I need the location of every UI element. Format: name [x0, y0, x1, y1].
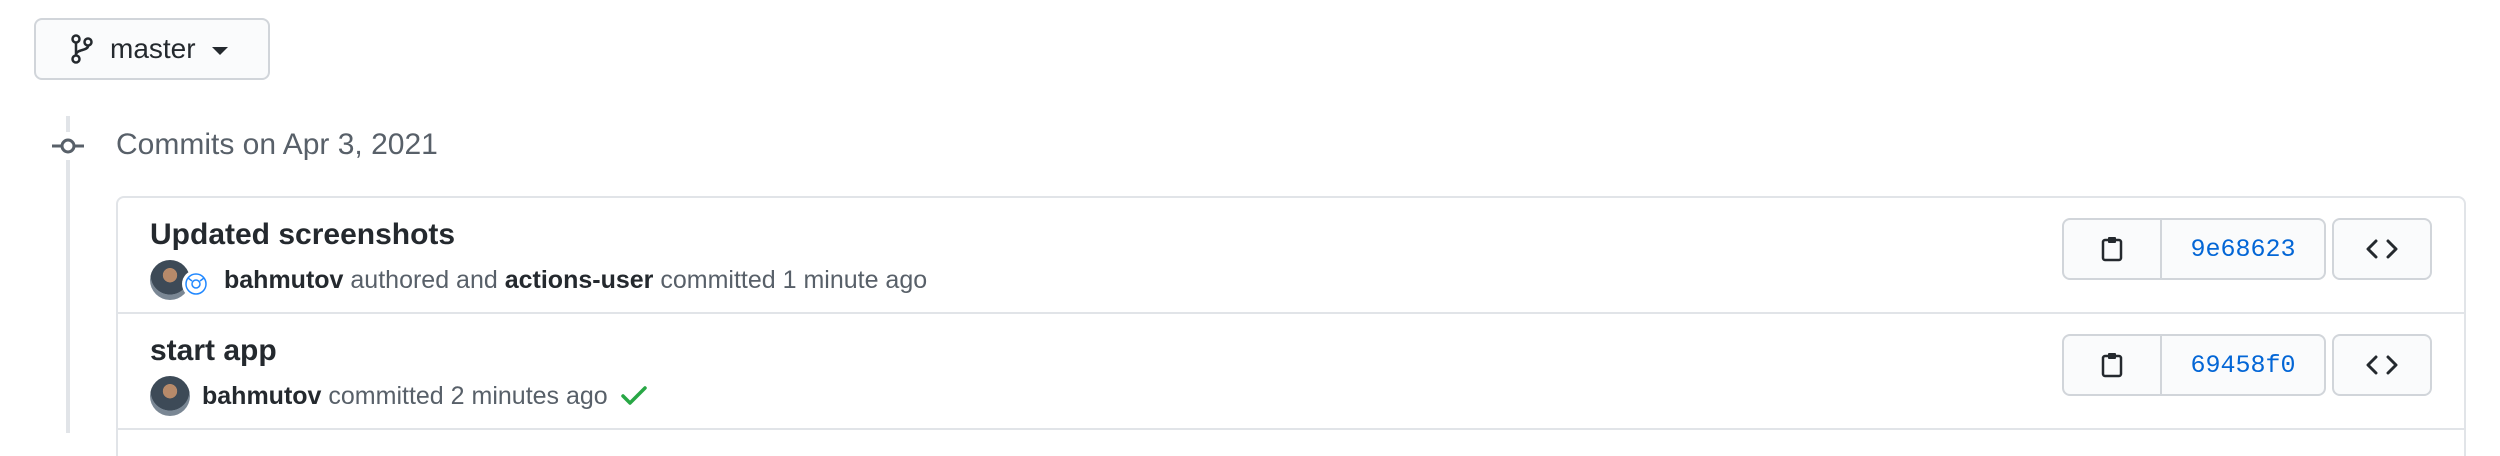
commit-sha-link[interactable]: 9e68623 — [2162, 220, 2324, 278]
commit-title-link[interactable]: start app — [150, 334, 277, 368]
browse-repo-button[interactable] — [2332, 334, 2432, 396]
commit-sha-link[interactable]: 69458f0 — [2162, 336, 2324, 394]
clippy-icon — [2101, 237, 2123, 262]
code-icon — [2366, 355, 2398, 375]
timeline-line — [66, 116, 70, 433]
branch-name: master — [110, 33, 196, 64]
commit-list: Updated screenshots bahmutov authored an… — [116, 196, 2466, 456]
chevron-down-icon — [211, 46, 228, 55]
commit-row: start app bahmutov committed 2 minutes a… — [118, 314, 2464, 430]
commit-meta: bahmutov committed 2 minutes ago — [150, 376, 648, 416]
sha-button-group: 69458f0 — [2062, 334, 2326, 396]
authored-text: authored and — [350, 265, 498, 294]
browse-repo-button[interactable] — [2332, 218, 2432, 280]
avatar-stack — [150, 260, 212, 300]
author-avatar[interactable] — [150, 376, 190, 416]
commit-time: committed 2 minutes ago — [328, 381, 608, 410]
commit-group-heading: Commits on Apr 3, 2021 — [116, 128, 438, 161]
commit-meta: bahmutov authored and actions-user commi… — [150, 260, 927, 300]
sha-button-group: 9e68623 — [2062, 218, 2326, 280]
copy-sha-button[interactable] — [2064, 220, 2162, 278]
committer-avatar[interactable] — [184, 272, 208, 296]
copy-sha-button[interactable] — [2064, 336, 2162, 394]
author-link[interactable]: bahmutov — [202, 382, 321, 411]
git-commit-icon — [52, 132, 84, 160]
commit-row: Updated screenshots bahmutov authored an… — [118, 198, 2464, 314]
commit-time: committed 1 minute ago — [660, 265, 928, 294]
git-branch-icon — [70, 34, 94, 64]
branch-select-button[interactable]: master — [34, 18, 270, 80]
code-icon — [2366, 239, 2398, 259]
author-link[interactable]: bahmutov — [224, 266, 343, 295]
clippy-icon — [2101, 353, 2123, 378]
committer-link[interactable]: actions-user — [505, 266, 654, 295]
check-icon[interactable] — [608, 385, 648, 407]
commit-title-link[interactable]: Updated screenshots — [150, 218, 455, 252]
